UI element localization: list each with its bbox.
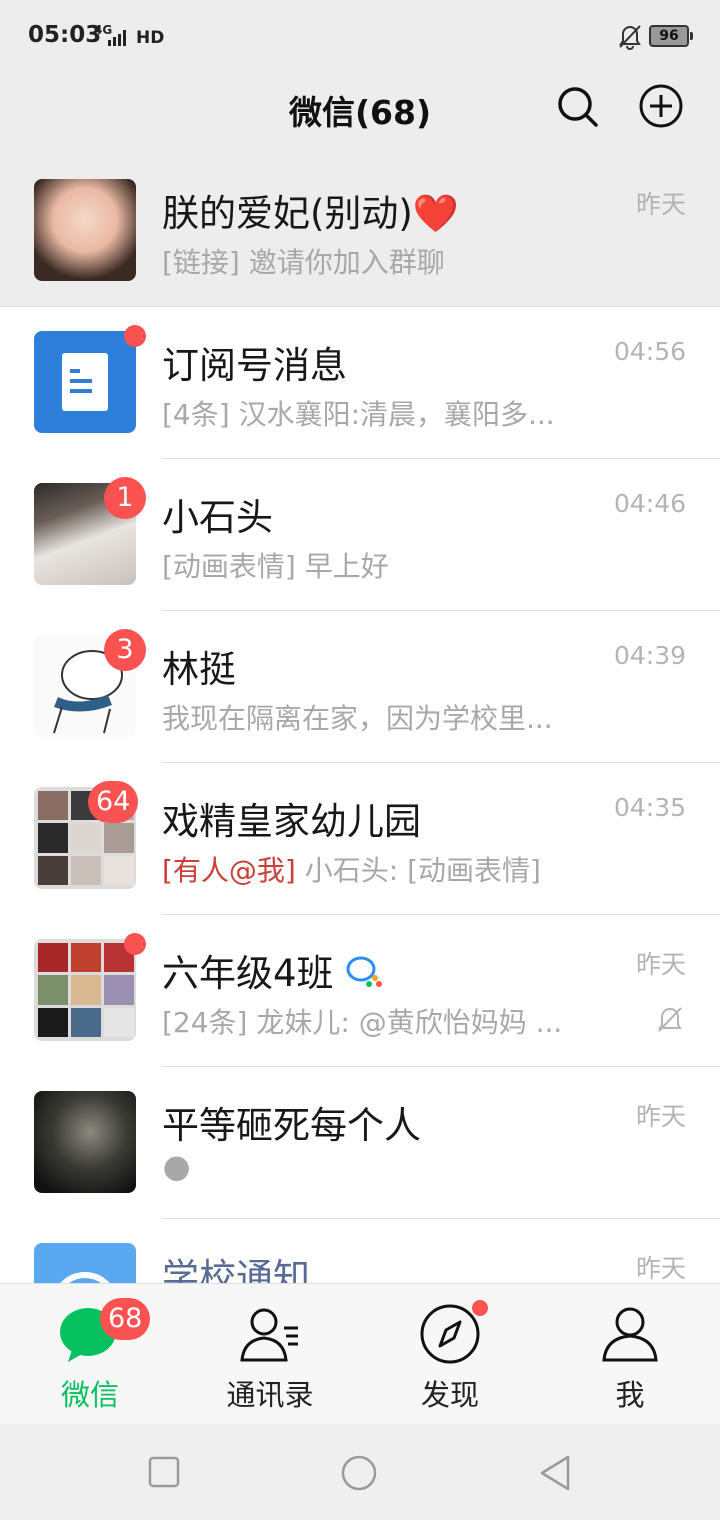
chat-name: 林挺 (162, 648, 236, 691)
chat-row[interactable]: 学校通知 昨天 (0, 1219, 720, 1283)
unread-dot (124, 325, 146, 347)
chat-name: 小石头 (162, 496, 273, 539)
back-icon[interactable] (538, 1454, 574, 1492)
tab-contacts[interactable]: 通讯录 (180, 1284, 360, 1425)
system-nav-bar (0, 1424, 720, 1520)
status-time: 05:03 (28, 22, 102, 48)
chat-preview: [24条] 龙妹儿: @黄欣怡妈妈 ... (162, 1006, 562, 1039)
avatar (34, 179, 136, 281)
plus-circle-icon[interactable] (637, 82, 685, 130)
chat-preview: [链接] 邀请你加入群聊 (162, 246, 445, 279)
person-icon (602, 1307, 658, 1362)
tab-label: 我 (615, 1378, 645, 1412)
mention-tag: [有人@我] (162, 854, 296, 887)
chat-preview: [有人@我] 小石头: [动画表情] (162, 854, 541, 887)
chat-row[interactable]: 订阅号消息 [4条] 汉水襄阳:清晨，襄阳多... 04:56 (0, 307, 720, 459)
chat-preview: 我现在隔离在家，因为学校里... (162, 702, 553, 735)
chat-row[interactable]: 朕的爱妃(别动)❤️ [链接] 邀请你加入群聊 昨天 (0, 155, 720, 307)
tab-me[interactable]: 我 (540, 1284, 720, 1425)
group-avatar (34, 933, 146, 1041)
chat-row[interactable]: 64 戏精皇家幼儿园 [有人@我] 小石头: [动画表情] 04:35 (0, 763, 720, 915)
chat-name: 六年级4班 (162, 943, 383, 997)
status-bar: 05:03 4G HD 96 (0, 0, 720, 74)
chat-name: 戏精皇家幼儿园 (162, 800, 421, 843)
chat-name: 订阅号消息 (162, 344, 347, 387)
home-icon[interactable] (340, 1454, 378, 1492)
avatar (34, 1243, 136, 1283)
chat-time: 04:46 (613, 489, 686, 518)
avatar (34, 1091, 136, 1193)
unread-badge: 1 (104, 477, 146, 519)
enterprise-wechat-icon (346, 956, 383, 987)
battery-level: 96 (659, 28, 679, 44)
avatar: 1 (34, 477, 146, 585)
avatar: 3 (34, 629, 146, 737)
unread-dot (472, 1300, 488, 1316)
page-title: 微信(68) (288, 93, 432, 132)
chat-time: 昨天 (635, 1102, 686, 1131)
unread-badge: 68 (100, 1298, 151, 1340)
tab-discover[interactable]: 发现 (360, 1284, 540, 1425)
chat-preview: [动画表情] 早上好 (162, 550, 389, 583)
battery-icon: 96 (649, 25, 693, 47)
group-avatar: 64 (34, 781, 139, 889)
chat-time: 04:35 (613, 793, 686, 822)
recent-apps-icon[interactable] (148, 1456, 180, 1488)
notification-icon (60, 1272, 110, 1283)
heart-emoji: ❤️ (412, 192, 459, 235)
muted-bell-icon (619, 25, 641, 50)
tab-label: 微信 (60, 1378, 119, 1412)
chat-time: 昨天 (635, 950, 686, 979)
chat-list: 朕的爱妃(别动)❤️ [链接] 邀请你加入群聊 昨天 订阅号消息 [4条] 汉水… (0, 155, 720, 1283)
tab-chats[interactable]: 68 微信 (0, 1284, 180, 1425)
hd-indicator: HD (136, 28, 165, 48)
unread-dot (124, 933, 146, 955)
bottom-tab-bar: 68 微信 通讯录 发现 我 (0, 1283, 720, 1424)
top-nav-bar: 微信(68) (0, 74, 720, 156)
avatar (34, 325, 146, 433)
chat-name: 平等砸死每个人 (162, 1104, 421, 1147)
chat-time: 04:39 (613, 641, 686, 670)
search-icon[interactable] (553, 82, 601, 130)
chat-time: 04:56 (613, 337, 686, 366)
chat-time: 昨天 (635, 190, 686, 219)
document-icon (62, 353, 108, 411)
chat-preview: [4条] 汉水襄阳:清晨，襄阳多... (162, 398, 555, 431)
chat-row[interactable]: 3 林挺 我现在隔离在家，因为学校里... 04:39 (0, 611, 720, 763)
unread-badge: 64 (88, 781, 139, 823)
unread-badge: 3 (104, 629, 146, 671)
chat-row[interactable]: 六年级4班 [24条] 龙妹儿: @黄欣怡妈妈 ... 昨天 (0, 915, 720, 1067)
signal-icon (108, 30, 126, 46)
chat-row[interactable]: 1 小石头 [动画表情] 早上好 04:46 (0, 459, 720, 611)
chat-row[interactable]: 平等砸死每个人 🌑 昨天 (0, 1067, 720, 1219)
chat-name: 学校通知 (162, 1256, 310, 1283)
contacts-icon (240, 1308, 298, 1362)
muted-bell-icon (658, 1007, 682, 1032)
tab-label: 发现 (420, 1378, 479, 1412)
chat-name: 朕的爱妃(别动)❤️ (162, 192, 459, 235)
tab-label: 通讯录 (226, 1378, 314, 1412)
chat-preview: 🌑 (162, 1153, 192, 1186)
chat-time: 昨天 (635, 1254, 686, 1283)
